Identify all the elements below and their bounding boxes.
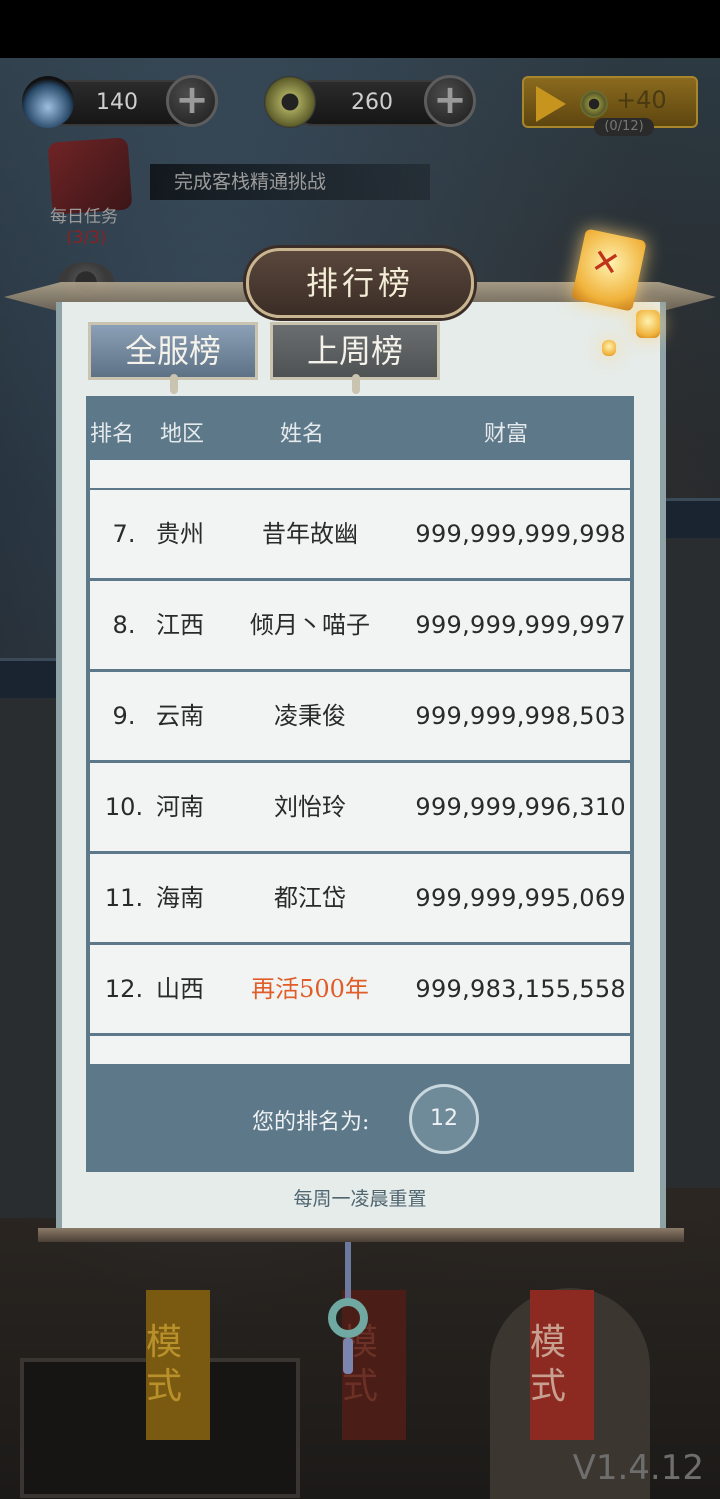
table-row[interactable]: 10. 河南 刘怡玲 999,999,996,310: [90, 763, 630, 851]
pendant-cord: [345, 1242, 351, 1300]
table-row-self[interactable]: 12. 山西 再活500年 999,983,155,558: [90, 945, 630, 1033]
col-region: 地区: [160, 422, 205, 447]
version-label: V1.4.12: [572, 1448, 704, 1488]
table-header: 排名 地区 姓名 财富: [86, 396, 634, 458]
table-row[interactable]: 9. 云南 凌秉俊 999,999,998,503: [90, 672, 630, 760]
table-row[interactable]: 8. 江西 倾月丶喵子 999,999,999,997: [90, 581, 630, 669]
daily-task-label: 每日任务: [50, 207, 118, 227]
table-row: [90, 1036, 630, 1064]
leaderboard-title: 排行榜: [305, 264, 414, 302]
tab-last-week[interactable]: 上周榜: [270, 322, 440, 380]
col-name: 姓名: [280, 422, 325, 447]
tab-pin: [352, 374, 360, 394]
add-spirit-button[interactable]: +: [166, 75, 218, 127]
close-icon: ✕: [587, 240, 624, 286]
table-row: [90, 460, 630, 488]
col-rank: 排名: [90, 422, 135, 447]
col-wealth: 财富: [484, 422, 529, 447]
add-coin-button[interactable]: +: [424, 75, 476, 127]
daily-task-count: (3/3): [66, 228, 107, 248]
bg-banner-left: 模式: [146, 1290, 210, 1440]
coin-value: 260: [351, 90, 393, 115]
my-rank-label: 您的排名为:: [252, 1110, 370, 1135]
bg-banner-right: 模式: [530, 1290, 594, 1440]
tassel-icon: [343, 1338, 353, 1374]
play-icon: [536, 86, 566, 122]
tab-pin: [170, 374, 178, 394]
leaderboard-table: 排名 地区 姓名 财富 7. 贵州 昔年故幽 999,999,999,998 8…: [86, 396, 634, 1172]
task-message: 完成客栈精通挑战: [150, 164, 430, 200]
scroll-bottom-rod: [38, 1228, 684, 1242]
self-player-name: 再活500年: [251, 975, 369, 1003]
coin-icon: [580, 90, 608, 118]
my-rank-badge: 12: [409, 1084, 479, 1154]
coin-icon: [264, 76, 316, 128]
table-row[interactable]: 11. 海南 都江岱 999,999,995,069: [90, 854, 630, 942]
my-rank-bar: 您的排名为: 12: [86, 1068, 634, 1172]
lantern-decoration: [602, 340, 616, 356]
tab-all-server[interactable]: 全服榜: [88, 322, 258, 380]
leaderboard-title-plaque: 排行榜: [246, 248, 474, 318]
table-row[interactable]: 7. 贵州 昔年故幽 999,999,999,998: [90, 490, 630, 578]
video-reward-label: +40: [616, 86, 667, 114]
video-reward-progress: (0/12): [594, 118, 654, 136]
flame-icon: [22, 76, 74, 128]
reset-note: 每周一凌晨重置: [293, 1188, 427, 1210]
spirit-value: 140: [96, 90, 138, 115]
lantern-decoration: [636, 310, 660, 338]
jade-pendant-icon: [328, 1298, 368, 1338]
